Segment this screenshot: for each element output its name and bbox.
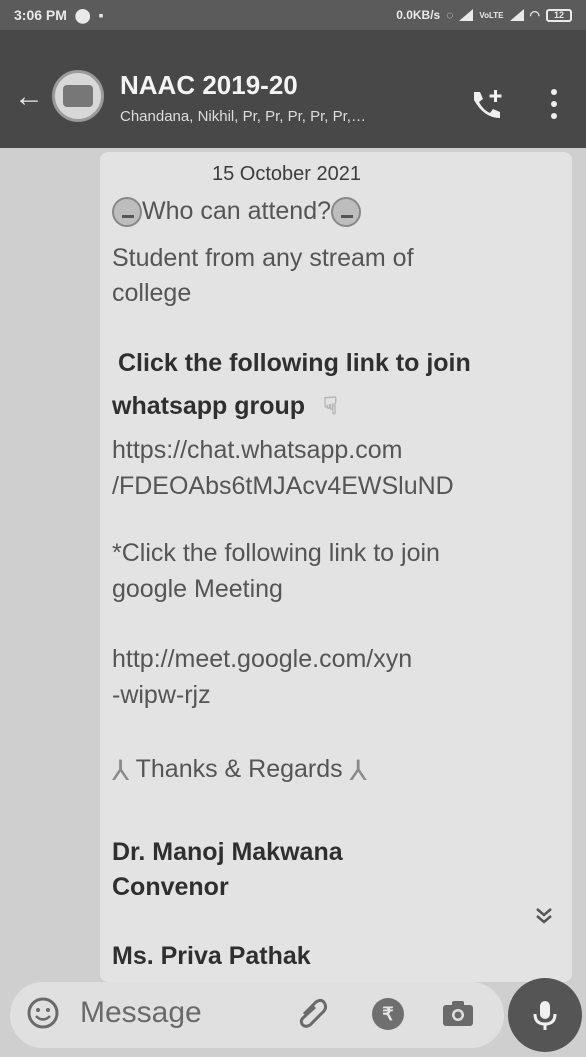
who-can-attend-text: Who can attend? <box>142 197 332 225</box>
shield-icon: ⬤ <box>74 6 91 23</box>
status-right: 0.0KB/s ◌ VoLTE ◠ 12 <box>396 8 572 22</box>
thinking-face-icon <box>331 197 362 228</box>
meet-link-line-2[interactable]: -wipw-rjz <box>112 681 211 710</box>
meet-heading-line-2: google Meeting <box>112 575 283 603</box>
folded-hands-icon: ⅄ <box>112 755 130 786</box>
double-chevron-down-icon[interactable] <box>533 905 555 927</box>
chat-header: ← NAAC 2019-20 Chandana, Nikhil, Pr, Pr,… <box>0 30 586 148</box>
chat-participants[interactable]: Chandana, Nikhil, Pr, Pr, Pr, Pr, Pr,… <box>120 108 450 125</box>
status-bar: 3:06 PM ⬤ ▪ 0.0KB/s ◌ VoLTE ◠ 12 <box>0 0 586 30</box>
smiley-icon[interactable] <box>26 996 60 1030</box>
pointing-hand-icon: ☟ <box>323 393 338 420</box>
wifi-icon: ◠ <box>529 8 540 22</box>
network-type: VoLTE <box>479 10 504 20</box>
status-time: 3:06 PM <box>14 7 67 23</box>
whatsapp-heading-line-2: whatsapp group ☟ <box>112 392 338 421</box>
date-label: 15 October 2021 <box>212 163 361 185</box>
whatsapp-heading-text: whatsapp group <box>112 392 306 420</box>
add-call-icon[interactable] <box>468 86 508 122</box>
notification-icon: ▪ <box>98 7 104 23</box>
paperclip-icon[interactable] <box>296 996 330 1030</box>
whatsapp-link-line-1[interactable]: https://chat.whatsapp.com <box>112 436 402 465</box>
microphone-icon <box>533 1001 557 1030</box>
mic-button[interactable] <box>508 978 582 1052</box>
thinking-face-icon <box>112 197 142 228</box>
signatory-2-name: Ms. Priva Pathak <box>112 942 311 970</box>
message-input[interactable]: Message <box>80 996 202 1030</box>
whatsapp-heading-line-1: Click the following link to join <box>118 349 471 377</box>
meet-heading-line-1: *Click the following link to join <box>112 539 440 567</box>
signal-icon <box>459 9 474 21</box>
signal-icon-2 <box>509 9 524 21</box>
audience-line-1: Student from any stream of <box>112 244 414 272</box>
folded-hands-icon: ⅄ <box>349 755 367 786</box>
network-speed: 0.0KB/s <box>396 8 441 22</box>
chat-title[interactable]: NAAC 2019-20 <box>120 70 298 101</box>
rupee-icon[interactable]: ₹ <box>372 998 404 1030</box>
thanks-text: Thanks & Regards <box>135 755 343 784</box>
meet-link-line-1[interactable]: http://meet.google.com/xyn <box>112 645 412 674</box>
who-can-attend-line: Who can attend? <box>112 197 362 228</box>
more-options-icon[interactable] <box>548 86 560 122</box>
status-left: 3:06 PM ⬤ ▪ <box>14 7 104 24</box>
signatory-1-role: Convenor <box>112 873 229 901</box>
group-avatar[interactable] <box>52 70 104 122</box>
avatar-image <box>63 85 93 107</box>
battery-icon: 12 <box>546 8 572 22</box>
alarm-icon: ◌ <box>446 8 454 22</box>
back-arrow-icon[interactable]: ← <box>14 82 44 112</box>
thanks-line: ⅄ Thanks & Regards ⅄ <box>112 754 367 787</box>
camera-icon[interactable] <box>440 996 476 1030</box>
audience-line-2: college <box>112 279 192 307</box>
signatory-1-name: Dr. Manoj Makwana <box>112 838 343 866</box>
whatsapp-link-line-2[interactable]: /FDEOAbs6tMJAcv4EWSluND <box>112 472 454 501</box>
